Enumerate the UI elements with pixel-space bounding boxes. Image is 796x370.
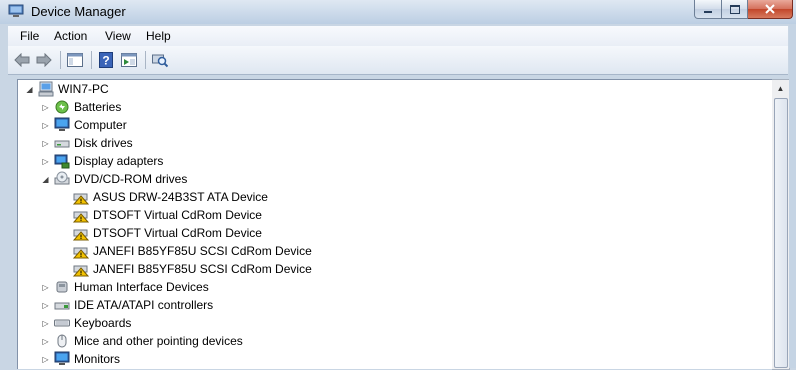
expand-arrow-icon[interactable]: ▷ [41, 319, 50, 328]
tree-category-label: Keyboards [74, 316, 132, 330]
help-icon: ? [99, 52, 113, 68]
expand-arrow-icon[interactable]: ▷ [41, 121, 50, 130]
mouse-icon [54, 333, 70, 349]
tree-category-label: Monitors [74, 352, 121, 366]
disk-drive-icon [54, 135, 70, 151]
expand-arrow-icon[interactable]: ▷ [41, 103, 50, 112]
help-button[interactable]: ? [97, 51, 115, 69]
properties-button[interactable] [120, 51, 138, 69]
tree-category-ide-ata-atapi-controllers[interactable]: ▷ IDE ATA/ATAPI controllers [41, 296, 213, 314]
menu-file[interactable]: File [20, 29, 39, 43]
scan-hardware-icon [152, 54, 168, 68]
svg-text:?: ? [102, 54, 109, 68]
tree-category-keyboards[interactable]: ▷ Keyboards [41, 314, 131, 332]
title-bar: Device Manager [0, 0, 796, 24]
tree-category-human-interface-devices[interactable]: ▷ Human Interface Devices [41, 278, 209, 296]
tree-category-label: Disk drives [74, 136, 133, 150]
minimize-icon [704, 11, 712, 13]
device-tree: ◢ WIN7-PC ▷ Batteries ▷ Computer ▷ Disk … [17, 79, 774, 369]
menu-view[interactable]: View [105, 29, 131, 43]
battery-icon [54, 99, 70, 115]
minimize-button[interactable] [694, 0, 722, 19]
tree-device-label: ASUS DRW-24B3ST ATA Device [93, 190, 268, 204]
tree-category-label: DVD/CD-ROM drives [74, 172, 188, 186]
dvd-warning-icon [72, 261, 90, 277]
window-frame-edge [789, 24, 796, 368]
maximize-button[interactable] [722, 0, 748, 19]
tree-device-label: DTSOFT Virtual CdRom Device [93, 208, 262, 222]
forward-arrow-icon [36, 53, 52, 67]
tree-category-display-adapters[interactable]: ▷ Display adapters [41, 152, 163, 170]
expand-arrow-icon[interactable]: ▷ [41, 283, 50, 292]
menu-help[interactable]: Help [146, 29, 171, 43]
collapse-arrow-icon[interactable]: ◢ [41, 175, 50, 184]
toolbar-separator [91, 51, 92, 69]
tree-category-disk-drives[interactable]: ▷ Disk drives [41, 134, 133, 152]
display-adapter-icon [54, 153, 70, 169]
tree-device-label: JANEFI B85YF85U SCSI CdRom Device [93, 244, 312, 258]
device-manager-app-icon [8, 4, 24, 18]
dvd-warning-icon [72, 225, 90, 241]
scrollbar-thumb[interactable] [774, 98, 788, 368]
dvd-drive-icon [54, 171, 70, 187]
dvd-warning-icon [72, 189, 90, 205]
tree-device-label: DTSOFT Virtual CdRom Device [93, 226, 262, 240]
tree-device-item[interactable]: JANEFI B85YF85U SCSI CdRom Device [72, 242, 312, 260]
tree-category-batteries[interactable]: ▷ Batteries [41, 98, 121, 116]
close-button[interactable] [748, 0, 793, 19]
tree-category-computer[interactable]: ▷ Computer [41, 116, 127, 134]
tree-root[interactable]: ◢ WIN7-PC [25, 80, 109, 98]
tree-category-label: Computer [74, 118, 127, 132]
tree-device-item[interactable]: JANEFI B85YF85U SCSI CdRom Device [72, 260, 312, 278]
dvd-warning-icon [72, 243, 90, 259]
keyboard-icon [54, 315, 70, 331]
expand-arrow-icon[interactable]: ▷ [41, 301, 50, 310]
tree-device-item[interactable]: DTSOFT Virtual CdRom Device [72, 206, 262, 224]
back-button[interactable] [13, 51, 31, 69]
computer-icon [54, 117, 70, 133]
show-hide-console-tree-icon [67, 53, 83, 67]
close-icon [765, 4, 775, 14]
computer-root-icon [38, 81, 54, 97]
forward-button[interactable] [35, 51, 53, 69]
tree-category-monitors[interactable]: ▷ Monitors [41, 350, 120, 368]
tree-category-label: Human Interface Devices [74, 280, 209, 294]
tree-category-label: IDE ATA/ATAPI controllers [74, 298, 214, 312]
scan-hardware-button[interactable] [151, 51, 169, 69]
monitor-icon [54, 351, 70, 367]
vertical-scrollbar[interactable]: ▲ [772, 79, 790, 370]
tree-category-mice-and-other-pointing-devices[interactable]: ▷ Mice and other pointing devices [41, 332, 243, 350]
tree-device-item[interactable]: DTSOFT Virtual CdRom Device [72, 224, 262, 242]
menu-bar: File Action View Help [8, 26, 788, 46]
tree-device-item[interactable]: ASUS DRW-24B3ST ATA Device [72, 188, 268, 206]
tree-category-dvd-cdrom-drives[interactable]: ◢ DVD/CD-ROM drives [41, 170, 187, 188]
maximize-icon [729, 4, 740, 14]
collapse-arrow-icon[interactable]: ◢ [25, 85, 34, 94]
expand-arrow-icon[interactable]: ▷ [41, 157, 50, 166]
hid-icon [54, 279, 70, 295]
dvd-warning-icon [72, 207, 90, 223]
expand-arrow-icon[interactable]: ▷ [41, 355, 50, 364]
toolbar: ? [8, 46, 788, 75]
tree-root-label: WIN7-PC [58, 82, 109, 96]
ide-controller-icon [54, 297, 70, 313]
menu-action[interactable]: Action [54, 29, 87, 43]
toolbar-separator [145, 51, 146, 69]
expand-arrow-icon[interactable]: ▷ [41, 337, 50, 346]
back-arrow-icon [14, 53, 30, 67]
tree-device-label: JANEFI B85YF85U SCSI CdRom Device [93, 262, 312, 276]
tree-category-label: Display adapters [74, 154, 164, 168]
expand-arrow-icon[interactable]: ▷ [41, 139, 50, 148]
scroll-up-arrow-icon[interactable]: ▲ [772, 80, 789, 97]
toolbar-separator [60, 51, 61, 69]
properties-icon [121, 53, 137, 67]
show-hide-console-tree-button[interactable] [66, 51, 84, 69]
tree-category-label: Batteries [74, 100, 122, 114]
tree-category-label: Mice and other pointing devices [74, 334, 243, 348]
window-title: Device Manager [31, 4, 126, 19]
